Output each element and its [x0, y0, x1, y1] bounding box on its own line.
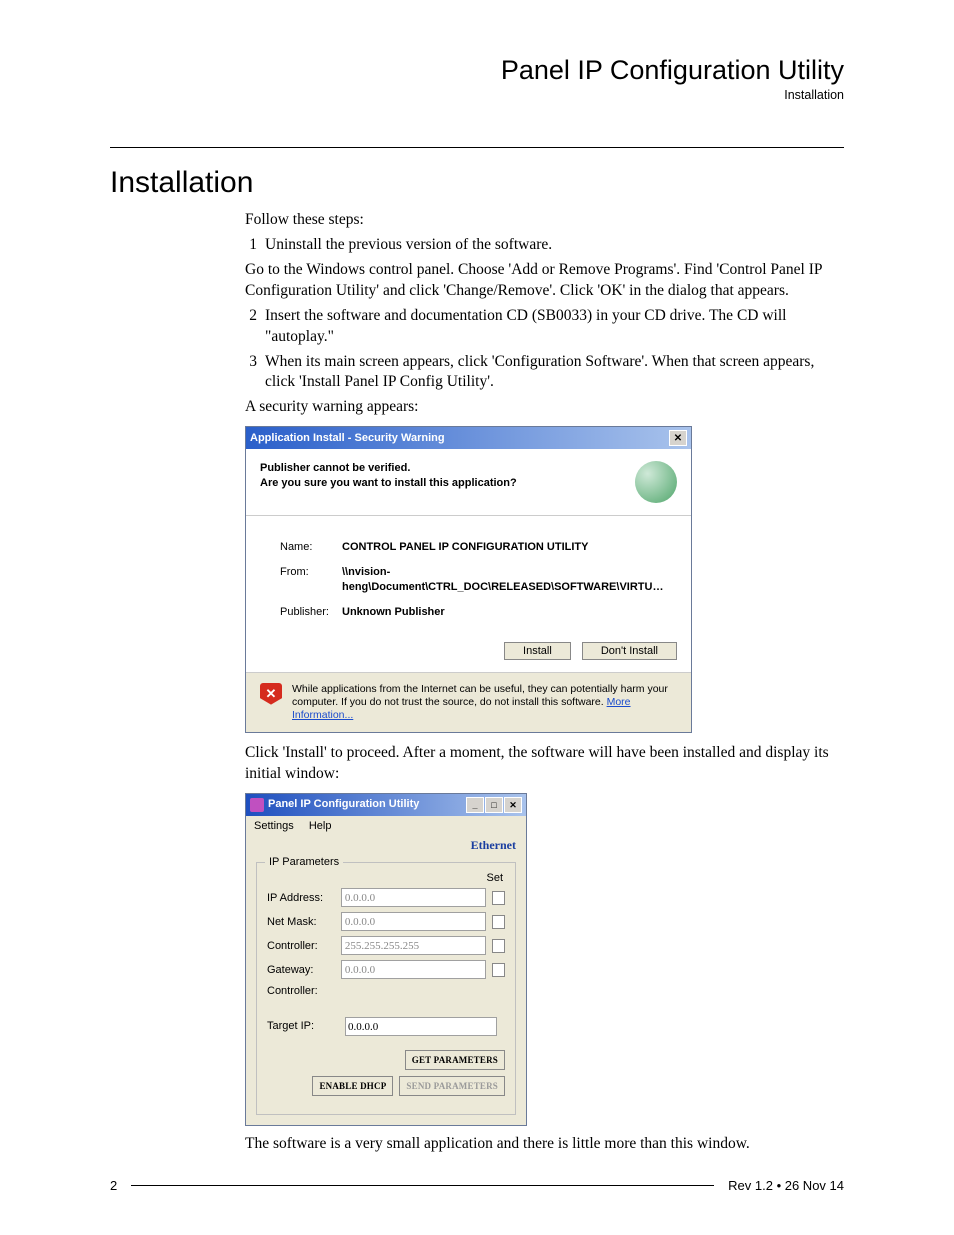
group-legend: IP Parameters — [265, 855, 343, 870]
step-number: 2 — [245, 306, 257, 348]
minimize-icon[interactable]: _ — [466, 797, 484, 813]
step-text: Insert the software and documentation CD… — [265, 306, 844, 348]
send-parameters-button[interactable]: SEND PARAMETERS — [399, 1076, 505, 1096]
controller-field[interactable] — [341, 936, 486, 955]
gateway-set-checkbox[interactable] — [492, 963, 505, 977]
enable-dhcp-button[interactable]: ENABLE DHCP — [312, 1076, 393, 1096]
step-text: Uninstall the previous version of the so… — [265, 236, 552, 253]
close-icon[interactable]: ✕ — [669, 430, 687, 446]
step-number: 3 — [245, 352, 257, 394]
get-parameters-button[interactable]: GET PARAMETERS — [405, 1050, 505, 1070]
dialog-headline: Publisher cannot be verified. — [260, 462, 410, 474]
step-3: 3 When its main screen appears, click 'C… — [245, 352, 844, 394]
step-3-after: A security warning appears: — [245, 397, 844, 418]
controller-set-checkbox[interactable] — [492, 939, 505, 953]
closing-text: The software is a very small application… — [245, 1134, 844, 1155]
menu-help[interactable]: Help — [309, 820, 332, 832]
step-1-detail: Go to the Windows control panel. Choose … — [245, 260, 844, 302]
ip-config-window: Panel IP Configuration Utility _ □ ✕ Set… — [245, 793, 527, 1126]
revision-text: Rev 1.2 • 26 Nov 14 — [728, 1178, 844, 1193]
dialog-title: Application Install - Security Warning — [250, 431, 445, 446]
shield-icon: ✕ — [260, 683, 282, 705]
app-icon — [250, 798, 264, 812]
name-label: Name: — [280, 540, 342, 555]
mask-set-checkbox[interactable] — [492, 915, 505, 929]
controller-label: Controller: — [267, 939, 335, 954]
close-icon[interactable]: ✕ — [504, 797, 522, 813]
publisher-value: Unknown Publisher — [342, 605, 677, 620]
after-dialog-text: Click 'Install' to proceed. After a mome… — [245, 743, 844, 785]
ip-set-checkbox[interactable] — [492, 891, 505, 905]
security-warning-dialog: Application Install - Security Warning ✕… — [245, 426, 692, 733]
dont-install-button[interactable]: Don't Install — [582, 642, 677, 660]
menu-settings[interactable]: Settings — [254, 820, 294, 832]
from-value: \\nvision-heng\Document\CTRL_DOC\RELEASE… — [342, 565, 677, 595]
ip-parameters-group: IP Parameters Set IP Address: Net Mask: … — [256, 862, 516, 1116]
target-ip-label: Target IP: — [267, 1019, 339, 1034]
set-column-header: Set — [267, 871, 505, 886]
from-label: From: — [280, 565, 342, 595]
page-number: 2 — [110, 1178, 117, 1193]
ip-address-label: IP Address: — [267, 891, 335, 906]
ethernet-indicator: Ethernet — [471, 838, 516, 852]
window-title: Panel IP Configuration Utility — [268, 797, 419, 812]
section-heading: Installation — [110, 166, 844, 200]
net-mask-label: Net Mask: — [267, 915, 335, 930]
gateway-label: Gateway: — [267, 963, 335, 978]
globe-icon — [635, 461, 677, 503]
doc-title: Panel IP Configuration Utility — [110, 55, 844, 86]
step-2: 2 Insert the software and documentation … — [245, 306, 844, 348]
step-1: 1 Uninstall the previous version of the … — [245, 235, 844, 256]
net-mask-field[interactable] — [341, 912, 486, 931]
name-value: CONTROL PANEL IP CONFIGURATION UTILITY — [342, 540, 677, 555]
step-number: 1 — [245, 235, 257, 256]
publisher-label: Publisher: — [280, 605, 342, 620]
install-button[interactable]: Install — [504, 642, 571, 660]
doc-subtitle: Installation — [110, 88, 844, 102]
dialog-warning-note: While applications from the Internet can… — [292, 683, 677, 722]
header-rule — [110, 147, 844, 148]
maximize-icon[interactable]: □ — [485, 797, 503, 813]
intro-text: Follow these steps: — [245, 210, 844, 231]
ip-address-field[interactable] — [341, 888, 486, 907]
footer-rule — [131, 1185, 714, 1186]
dialog-question: Are you sure you want to install this ap… — [260, 477, 517, 489]
gateway-field[interactable] — [341, 960, 486, 979]
step-text: When its main screen appears, click 'Con… — [265, 352, 844, 394]
controller2-label: Controller: — [267, 984, 339, 999]
target-ip-field[interactable] — [345, 1017, 497, 1036]
